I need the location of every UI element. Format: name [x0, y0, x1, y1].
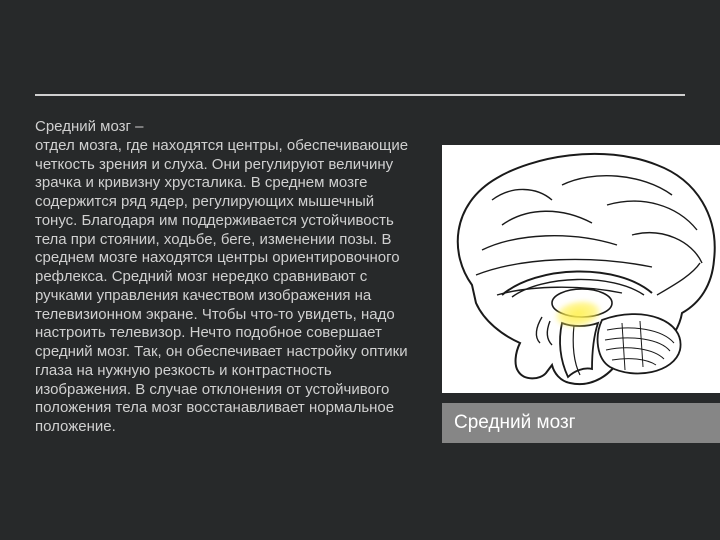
- figure-caption: Средний мозг: [442, 403, 720, 443]
- figure-caption-text: Средний мозг: [454, 412, 576, 434]
- content-area: Средний мозг – отдел мозга, где находятс…: [35, 118, 690, 520]
- body-text: отдел мозга, где находятся центры, обесп…: [35, 137, 408, 435]
- brain-illustration: [442, 145, 720, 393]
- horizontal-rule: [35, 94, 685, 96]
- figure-column: Средний мозг: [442, 145, 720, 443]
- text-column: Средний мозг – отдел мозга, где находятс…: [35, 118, 420, 520]
- slide: Средний мозг – отдел мозга, где находятс…: [0, 0, 720, 540]
- brain-svg: [442, 145, 720, 393]
- section-title: Средний мозг –: [35, 118, 420, 137]
